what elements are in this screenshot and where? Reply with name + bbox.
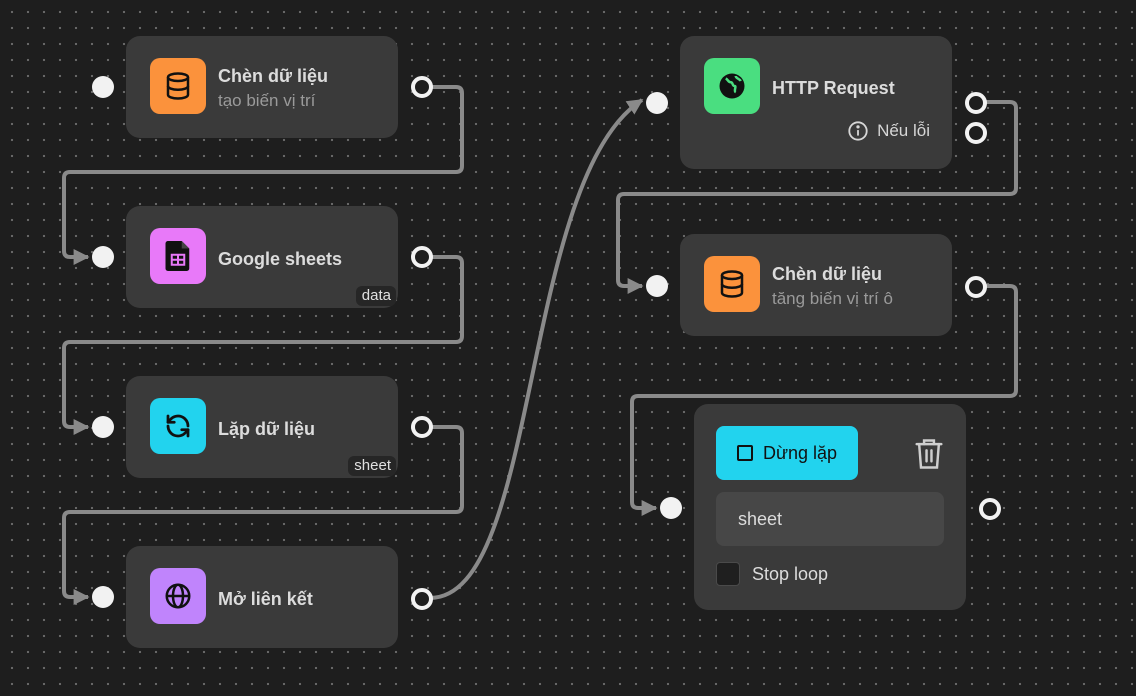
node-subtitle: tăng biến vị trí ô bbox=[772, 289, 893, 308]
node-title: Chèn dữ liệu bbox=[772, 264, 883, 284]
input-port[interactable] bbox=[92, 586, 114, 608]
node-subtitle: tạo biến vị trí bbox=[218, 91, 316, 110]
input-port[interactable] bbox=[92, 246, 114, 268]
stop-loop-checkbox-label: Stop loop bbox=[752, 563, 829, 584]
globe-icon bbox=[150, 568, 206, 624]
output-tag: data bbox=[355, 286, 396, 306]
node-http-request[interactable]: HTTP Request Nếu lỗi bbox=[680, 36, 952, 169]
node-open-link[interactable]: Mở liên kết bbox=[126, 546, 398, 648]
loop-id-field[interactable]: sheet bbox=[716, 492, 944, 546]
info-icon bbox=[848, 121, 868, 141]
stop-loop-button-label: Dừng lặp bbox=[762, 442, 838, 463]
node-title: Lặp dữ liệu bbox=[218, 419, 316, 439]
output-port[interactable] bbox=[411, 416, 433, 438]
output-port[interactable] bbox=[965, 276, 987, 298]
output-port[interactable] bbox=[965, 92, 987, 114]
node-loop-data[interactable]: Lặp dữ liệu sheet bbox=[126, 376, 398, 478]
stop-loop-checkbox-row[interactable]: Stop loop bbox=[716, 562, 828, 586]
loop-arrows-icon bbox=[150, 398, 206, 454]
error-label-text: Nếu lỗi bbox=[877, 121, 930, 140]
input-port[interactable] bbox=[646, 92, 668, 114]
globe-filled-icon bbox=[704, 58, 760, 114]
google-sheets-icon bbox=[150, 228, 206, 284]
stop-loop-button[interactable]: Dừng lặp bbox=[716, 426, 858, 480]
stop-loop-checkbox[interactable] bbox=[716, 562, 740, 586]
output-port[interactable] bbox=[979, 498, 1001, 520]
output-port[interactable] bbox=[411, 76, 433, 98]
node-insert-data[interactable]: Chèn dữ liệu tạo biến vị trí bbox=[126, 36, 398, 138]
node-title: Mở liên kết bbox=[218, 589, 313, 609]
loop-id-value: sheet bbox=[738, 508, 783, 529]
input-port[interactable] bbox=[92, 76, 114, 98]
output-port[interactable] bbox=[411, 588, 433, 610]
input-port[interactable] bbox=[92, 416, 114, 438]
node-insert-data-2[interactable]: Chèn dữ liệu tăng biến vị trí ô bbox=[680, 234, 952, 336]
stop-square-icon bbox=[736, 445, 753, 461]
output-port[interactable] bbox=[411, 246, 433, 268]
database-icon bbox=[704, 256, 760, 312]
node-title: Chèn dữ liệu bbox=[218, 66, 329, 86]
node-stop-loop[interactable]: Dừng lặp sheet Stop loop bbox=[694, 404, 966, 610]
error-branch-label: Nếu lỗi bbox=[847, 120, 930, 142]
error-output-port[interactable] bbox=[965, 122, 987, 144]
input-port[interactable] bbox=[646, 275, 668, 297]
node-google-sheets[interactable]: Google sheets data bbox=[126, 206, 398, 308]
edge-openlink-to-http bbox=[429, 98, 644, 600]
trash-icon[interactable] bbox=[914, 438, 944, 470]
input-port[interactable] bbox=[660, 497, 682, 519]
node-title: Google sheets bbox=[218, 249, 343, 269]
database-icon bbox=[150, 58, 206, 114]
node-title: HTTP Request bbox=[772, 78, 895, 98]
output-tag: sheet bbox=[348, 456, 396, 476]
